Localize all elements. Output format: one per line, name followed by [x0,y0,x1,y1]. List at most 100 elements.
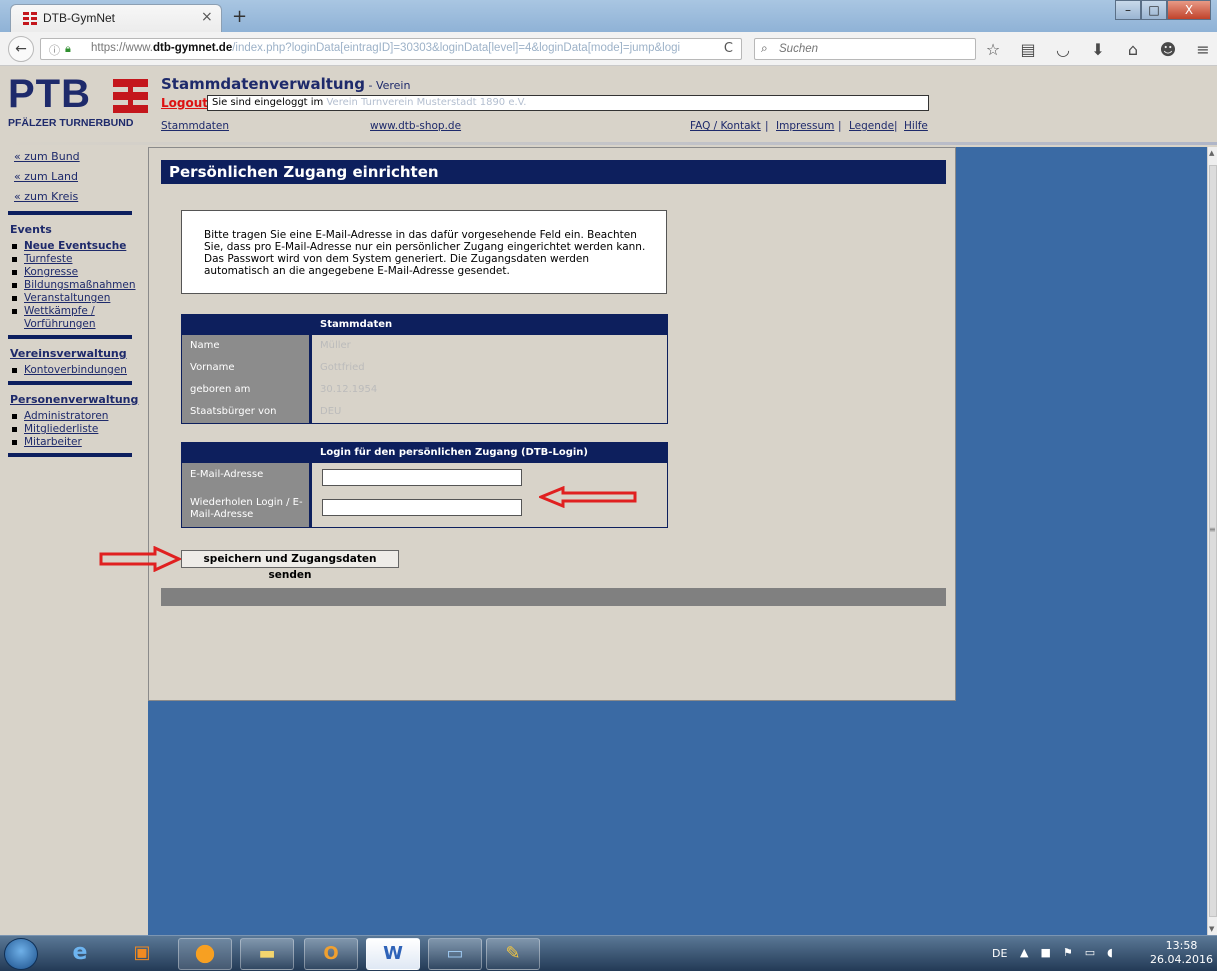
sidebar-item-kongresse: Kongresse [8,266,132,279]
sidebar-nav: « zum Bund « zum Land « zum Kreis [8,147,132,207]
repeat-email-label: Wiederholen Login / E-Mail-Adresse [182,493,312,527]
window-controls: – □ X [1115,0,1211,20]
scroll-thumb[interactable] [1209,165,1217,917]
clock[interactable]: 13:58 26.04.2016 [1150,939,1213,967]
content-area: Persönlichen Zugang einrichten Bitte tra… [99,147,1207,935]
sidebar-item-kontoverbindungen: Kontoverbindungen [8,364,132,377]
logged-in-status: Sie sind eingeloggt im Verein Turnverein… [207,95,929,111]
lock-icon[interactable]: 🔒︎ [65,42,71,56]
logout-link[interactable]: Logout [161,96,208,110]
sidebar-heading-events: Events [10,223,52,236]
maximize-button[interactable]: □ [1141,0,1167,20]
link-legende[interactable]: Legende [849,120,894,132]
firefox-icon[interactable] [178,938,232,970]
outlook-icon[interactable]: ▣ [122,938,162,970]
tab-title: DTB-GymNet [43,11,115,25]
search-icon: ⌕ [761,41,768,55]
windows-taskbar: e ▣ ▬ O W ▭ ✎ DE ▲ ■ ⚑ ▭ ◖ 13:58 26.04.20… [0,935,1217,971]
stammdaten-header: Stammdaten [182,315,667,335]
info-text: Bitte tragen Sie eine E-Mail-Adresse in … [181,210,667,294]
sidebar-heading-personenverwaltung[interactable]: Personenverwaltung [8,393,138,406]
panel-heading: Persönlichen Zugang einrichten [161,160,946,184]
repeat-email-field[interactable] [322,499,522,516]
menu-icon[interactable]: ≡ [1194,40,1212,59]
file-explorer-icon[interactable]: ▬ [240,938,294,970]
sidebar-item-land[interactable]: « zum Land [8,167,132,187]
link-dtb-shop[interactable]: www.dtb-shop.de [370,120,461,132]
sidebar-item-turnfeste: Turnfeste [8,253,132,266]
link-impressum[interactable]: Impressum [776,120,834,132]
minimize-button[interactable]: – [1115,0,1141,20]
separator: | [838,120,842,132]
browser-titlebar: DTB-GymNet × + – □ X [0,0,1217,32]
web-page: PTB PFÄLZER TURNERBUND Stammdatenverwalt… [0,67,1217,935]
zugang-panel: Persönlichen Zugang einrichten Bitte tra… [99,147,956,701]
reload-icon[interactable]: C [724,41,733,56]
system-tray: DE ▲ ■ ⚑ ▭ ◖ 13:58 26.04.2016 [990,936,1217,971]
sidebar-divider [8,335,132,339]
network-icon[interactable]: ▭ [1085,946,1095,959]
internet-explorer-icon[interactable]: e [60,938,100,970]
word-icon[interactable]: W [366,938,420,970]
table-row: geboren am 30.12.1954 [182,379,667,401]
page-app-title: Stammdatenverwaltung - Verein [161,75,411,93]
sidebar-item-neue-eventsuche: Neue Eventsuche [8,240,132,253]
star-icon[interactable]: ☆ [984,40,1002,59]
emoji-icon[interactable]: ☻ [1159,40,1177,59]
sidebar: « zum Bund « zum Land « zum Kreis Events… [8,147,138,511]
outlook-calendar-icon[interactable]: O [304,938,358,970]
scroll-down-icon[interactable]: ▼ [1209,925,1214,933]
save-and-send-button[interactable]: speichern und Zugangsdaten senden [181,550,399,581]
login-table: Login für den persönlichen Zugang (DTB-L… [181,442,668,528]
tray-expand-icon[interactable]: ▲ [1020,946,1028,959]
search-bar[interactable]: ⌕ [754,38,976,60]
new-tab-icon[interactable]: + [232,6,247,27]
sidebar-item-bildungsmassnahmen: Bildungsmaßnahmen [8,279,136,292]
table-row: Name Müller [182,335,667,357]
close-window-button[interactable]: X [1167,0,1211,20]
start-orb-icon[interactable] [4,938,38,970]
sidebar-divider [8,453,132,457]
header-divider [0,142,1217,145]
vertical-scrollbar[interactable]: ▲ ≡ ▼ [1207,147,1217,935]
sidebar-item-bund[interactable]: « zum Bund [8,147,132,167]
info-icon[interactable]: ⓘ [49,42,60,58]
logo-subtitle: PFÄLZER TURNERBUND [8,117,134,129]
photo-viewer-icon[interactable]: ▭ [428,938,482,970]
tab-close-icon[interactable]: × [201,9,213,25]
search-input[interactable] [779,41,959,57]
panel-footer-bar [161,588,946,606]
link-faq-kontakt[interactable]: FAQ / Kontakt [690,120,761,132]
separator: | [765,120,769,132]
link-stammdaten[interactable]: Stammdaten [161,120,229,132]
sidebar-divider [8,381,132,385]
scroll-up-icon[interactable]: ▲ [1209,149,1214,157]
email-label: E-Mail-Adresse [182,463,312,493]
tray-app-icon[interactable]: ■ [1040,946,1050,959]
dtb-favicon-icon [23,12,37,25]
link-hilfe[interactable]: Hilfe [904,120,928,132]
sidebar-item-mitarbeiter: Mitarbeiter [8,436,132,449]
download-icon[interactable]: ⬇ [1089,40,1107,59]
separator: | [894,120,898,132]
email-field[interactable] [322,469,522,486]
ptb-logo[interactable]: PTB PFÄLZER TURNERBUND [8,74,158,129]
home-icon[interactable]: ⌂ [1124,40,1142,59]
sidebar-item-kreis[interactable]: « zum Kreis [8,187,132,207]
login-header: Login für den persönlichen Zugang (DTB-L… [182,443,667,463]
action-center-flag-icon[interactable]: ⚑ [1063,946,1073,959]
site-header: PTB PFÄLZER TURNERBUND Stammdatenverwalt… [0,67,1217,143]
back-button[interactable]: ← [8,36,34,62]
browser-tab[interactable]: DTB-GymNet × [10,4,222,32]
reading-list-icon[interactable]: ▤ [1019,40,1037,59]
pocket-icon[interactable]: ◡ [1054,40,1072,59]
url-text[interactable]: https://www.dtb-gymnet.de/index.php?logi… [91,42,680,54]
sidebar-item-administratoren: Administratoren [8,410,132,423]
url-bar[interactable]: ⓘ 🔒︎ https://www.dtb-gymnet.de/index.php… [40,38,742,60]
volume-muted-icon[interactable]: ◖ [1107,946,1113,959]
paint-icon[interactable]: ✎ [486,938,540,970]
language-indicator[interactable]: DE [992,947,1007,960]
browser-navbar: ← ⓘ 🔒︎ https://www.dtb-gymnet.de/index.p… [0,32,1217,66]
sidebar-heading-vereinsverwaltung[interactable]: Vereinsverwaltung [8,347,132,360]
sidebar-item-veranstaltungen: Veranstaltungen [8,292,132,305]
